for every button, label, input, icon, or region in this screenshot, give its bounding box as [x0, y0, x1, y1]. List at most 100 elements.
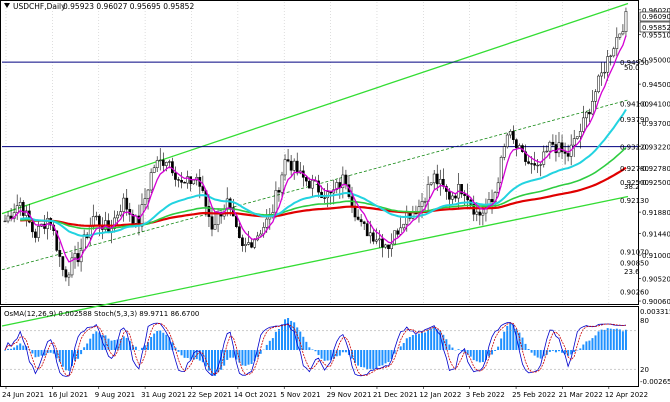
candle-body — [603, 71, 606, 74]
osma-bar — [402, 343, 405, 350]
candle-body — [250, 242, 253, 248]
candle-body — [37, 226, 40, 238]
osma-bar — [363, 350, 366, 368]
candle-body — [405, 212, 409, 225]
osma-bar — [338, 350, 341, 356]
osma-bar — [229, 350, 232, 358]
osma-bar — [83, 347, 86, 350]
candle-body — [387, 244, 390, 249]
price-tick-label: 0.90060 — [642, 298, 670, 306]
candle-body — [192, 179, 196, 185]
symbol-header: USDCHF,Daily 0.95923 0.96027 0.95695 0.9… — [4, 2, 194, 11]
candle-body — [143, 198, 147, 205]
candle-body — [152, 167, 156, 173]
osma-bar — [140, 347, 143, 350]
candle-body — [58, 250, 62, 257]
candle-body — [624, 11, 628, 32]
candle-body — [15, 205, 19, 213]
candle-body — [548, 141, 552, 152]
candle-body — [122, 197, 126, 212]
candle-body — [478, 211, 482, 216]
candle-body — [161, 159, 165, 166]
osma-bar — [594, 335, 597, 350]
price-tick-label: 0.94500 — [642, 81, 670, 89]
osma-bar — [582, 344, 585, 350]
osma-bar — [609, 328, 612, 350]
osma-bar — [317, 350, 320, 356]
candle-body — [247, 242, 250, 245]
osma-bar — [16, 345, 19, 350]
osma-bar — [606, 328, 609, 350]
osma-bar — [10, 348, 13, 350]
candle-body — [499, 157, 503, 184]
channel-upper-line — [1, 2, 629, 215]
osma-bar — [156, 330, 159, 350]
candle-body — [98, 215, 101, 226]
osma-bar — [573, 350, 576, 353]
candle-body — [402, 223, 406, 229]
stochastic-lines — [2, 321, 638, 377]
triangle-icon — [4, 3, 10, 8]
chart-canvas[interactable]: USDCHF,Daily 0.95923 0.96027 0.95695 0.9… — [0, 0, 670, 402]
candle-body — [18, 202, 22, 206]
candle-body — [164, 162, 168, 166]
osma-bar — [277, 329, 280, 350]
candle-body — [481, 212, 485, 216]
osma-bar — [536, 350, 539, 358]
level-label: 0.94950 — [620, 59, 649, 67]
time-tick-label: 5 Nov 2021 — [280, 391, 320, 399]
osma-bar — [579, 348, 582, 350]
candle-body — [393, 230, 396, 245]
osma-bar — [621, 331, 624, 350]
candle-body — [64, 269, 68, 278]
candle-body — [94, 215, 98, 218]
osma-bar — [433, 326, 436, 350]
osma-bar — [177, 350, 180, 352]
candle-body — [210, 216, 214, 230]
time-tick-label: 25 Feb 2022 — [512, 391, 556, 399]
candle-body — [213, 224, 217, 230]
osma-bar — [408, 336, 411, 350]
osma-bar — [494, 350, 497, 351]
osma-bar — [539, 350, 542, 359]
osma-bar — [22, 345, 25, 350]
candle-body — [155, 160, 159, 168]
price-tick-label: 0.95510 — [642, 32, 670, 40]
candle-body — [475, 211, 479, 215]
osma-bar — [19, 343, 22, 350]
osma-bar — [451, 347, 454, 350]
osma-bar — [375, 350, 378, 369]
osma-bar — [548, 350, 551, 352]
osma-bar — [4, 350, 6, 351]
candle-body — [615, 37, 619, 49]
candle-body — [171, 161, 174, 174]
candle-body — [515, 139, 518, 149]
osma-bar — [430, 328, 433, 350]
osma-bar — [387, 350, 390, 362]
time-axis: 24 Jun 2021 16 Jul 2021 9 Aug 2021 31 Aug 2… — [2, 386, 648, 399]
osma-bar — [424, 332, 427, 350]
time-tick-label: 21 Dec 2021 — [373, 391, 418, 399]
osma-bar — [530, 350, 533, 353]
osma-bar — [448, 344, 451, 350]
candle-body — [566, 153, 570, 157]
ema-magenta-line — [10, 35, 627, 263]
time-tick-label: 21 Mar 2022 — [558, 391, 602, 399]
candle-body — [149, 172, 153, 191]
osma-bar — [241, 350, 244, 366]
candle-body — [6, 215, 10, 222]
candle-body — [308, 180, 311, 189]
candle-body — [606, 56, 610, 73]
price-tick-label: 0.91880 — [642, 209, 670, 217]
stoch-80-tick: 80 — [640, 317, 649, 325]
channel-mid-line — [1, 99, 629, 271]
osma-bar — [506, 325, 509, 350]
osma-bar — [475, 350, 478, 362]
ask-price: 0.96090 — [642, 13, 670, 21]
candle-body — [292, 160, 296, 171]
candle-body — [429, 182, 433, 185]
osma-bar — [341, 350, 344, 353]
osma-bar — [80, 350, 83, 355]
level-label: 0.91070 — [620, 249, 649, 257]
stoch-20-tick: 20 — [640, 366, 649, 374]
